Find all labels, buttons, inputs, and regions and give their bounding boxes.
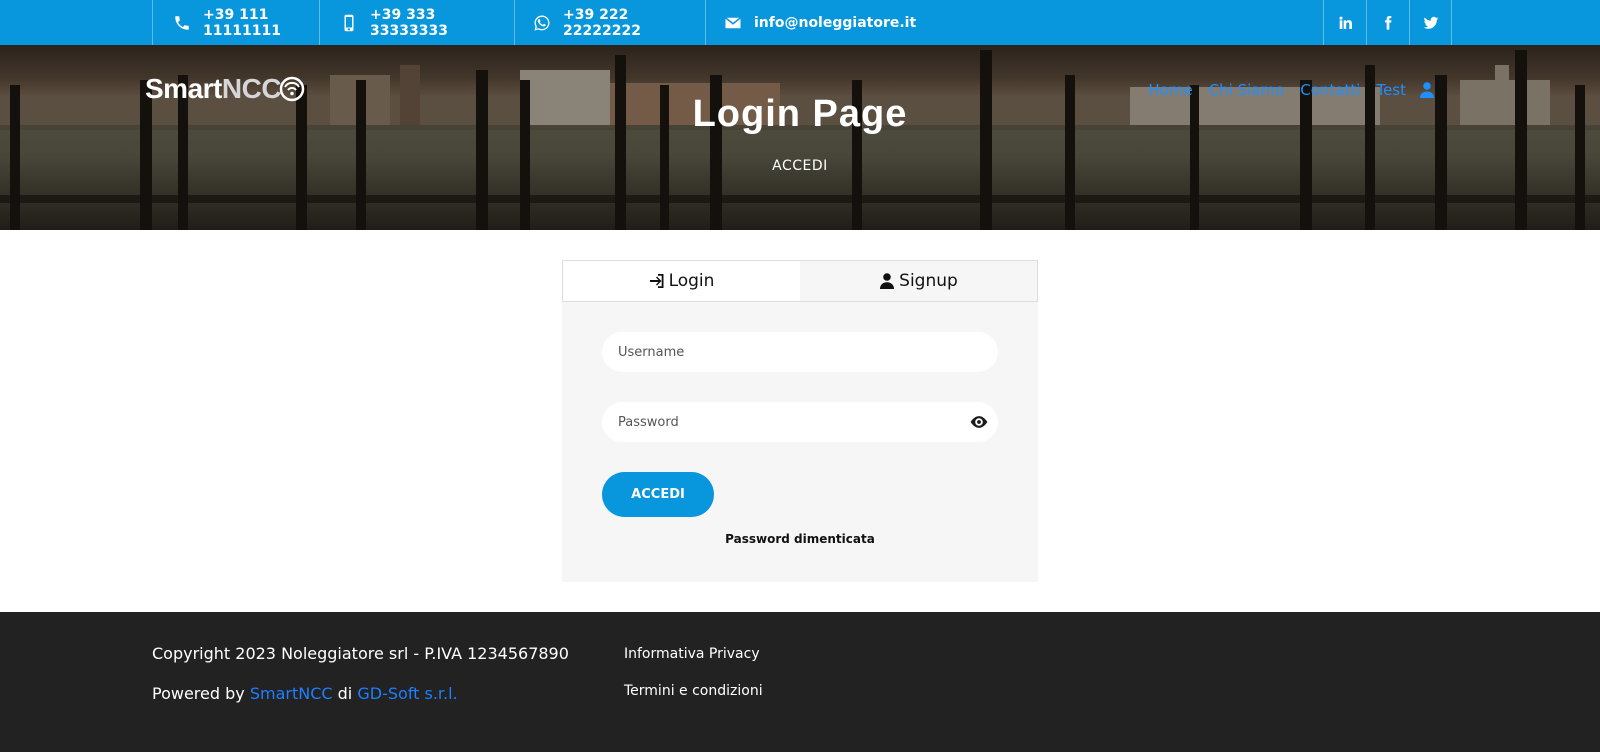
site-footer: Copyright 2023 Noleggiatore srl - P.IVA … <box>0 612 1600 752</box>
page-subtitle: ACCEDI <box>772 158 828 174</box>
tab-signup[interactable]: Signup <box>800 261 1037 301</box>
linkedin-link[interactable] <box>1323 0 1366 45</box>
user-account-icon[interactable] <box>1420 82 1434 98</box>
password-input[interactable] <box>602 402 998 442</box>
sign-in-icon <box>649 274 664 288</box>
mobile-icon <box>340 14 358 32</box>
phone-number: +39 111 11111111 <box>203 6 281 39</box>
privacy-policy-link[interactable]: Informativa Privacy <box>624 646 760 662</box>
powered-by-mid: di <box>337 684 353 703</box>
login-submit-button[interactable]: ACCEDI <box>602 472 714 517</box>
terms-conditions-link[interactable]: Termini e condizioni <box>624 683 763 699</box>
whatsapp-number: +39 222 22222222 <box>563 6 641 39</box>
copyright-text: Copyright 2023 Noleggiatore srl - P.IVA … <box>152 644 569 663</box>
powered-by-text: Powered by SmartNCC di GD-Soft s.r.l. <box>152 684 458 703</box>
twitter-icon <box>1423 16 1438 29</box>
envelope-icon <box>724 14 742 32</box>
facebook-icon <box>1385 15 1392 30</box>
email-contact[interactable]: info@noleggiatore.it <box>705 0 935 45</box>
powered-by-prefix: Powered by <box>152 684 245 703</box>
eye-icon <box>970 416 988 428</box>
nav-item-test[interactable]: Test <box>1376 81 1406 99</box>
email-address: info@noleggiatore.it <box>754 14 917 31</box>
nav-item-chi-siamo[interactable]: Chi Siamo <box>1209 81 1285 99</box>
twitter-link[interactable] <box>1409 0 1452 45</box>
login-card: Login Signup ACCEDI Password dimenticata <box>562 260 1038 582</box>
nav-item-contatti[interactable]: Contatti <box>1300 81 1360 99</box>
mobile-number: +39 333 33333333 <box>370 6 448 39</box>
facebook-link[interactable] <box>1366 0 1409 45</box>
tab-signup-label: Signup <box>899 271 958 291</box>
contact-topbar: +39 111 11111111 +39 333 33333333 +39 22… <box>0 0 1600 45</box>
phone-icon <box>173 14 191 32</box>
auth-tabs: Login Signup <box>562 260 1038 302</box>
forgot-password-link[interactable]: Password dimenticata <box>562 532 1038 546</box>
smartncc-link[interactable]: SmartNCC <box>250 684 333 703</box>
show-password-toggle[interactable] <box>969 412 989 432</box>
whatsapp-icon <box>533 14 551 32</box>
main-nav: Home Chi Siamo Contatti Test <box>1132 80 1434 100</box>
mobile-contact[interactable]: +39 333 33333333 <box>319 0 514 45</box>
gd-soft-link[interactable]: GD-Soft s.r.l. <box>357 684 457 703</box>
linkedin-icon <box>1339 16 1352 29</box>
tab-login[interactable]: Login <box>563 261 800 301</box>
whatsapp-contact[interactable]: +39 222 22222222 <box>514 0 705 45</box>
username-input[interactable] <box>602 332 998 372</box>
nav-item-home[interactable]: Home <box>1148 81 1192 99</box>
tab-login-label: Login <box>668 271 715 291</box>
phone-contact[interactable]: +39 111 11111111 <box>152 0 319 45</box>
user-icon <box>880 273 895 289</box>
